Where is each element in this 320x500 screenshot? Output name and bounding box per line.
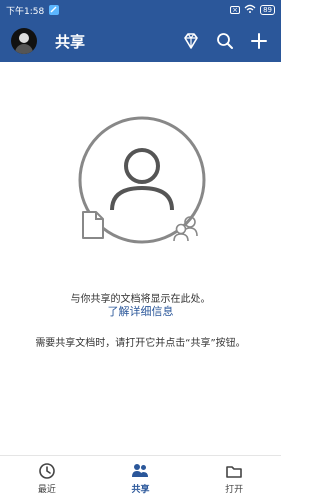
tab-recent[interactable]: 最近 (0, 456, 94, 500)
learn-more-link[interactable]: 了解详细信息 (0, 303, 281, 319)
bottom-nav: 最近 共享 打开 (0, 455, 281, 500)
people-icon (131, 462, 149, 480)
avatar[interactable] (11, 28, 37, 54)
tab-shared[interactable]: 共享 (94, 456, 188, 500)
status-time: 下午1:58 (6, 6, 45, 17)
tab-open[interactable]: 打开 (187, 456, 281, 500)
battery-indicator: 89 (260, 5, 275, 15)
plus-icon[interactable] (249, 31, 269, 51)
clock-icon (38, 462, 56, 480)
tab-open-label: 打开 (225, 484, 244, 495)
document-icon (81, 210, 105, 240)
status-bar: 下午1:58 × 89 (0, 0, 281, 20)
sim-x-icon: × (230, 6, 241, 14)
tab-recent-label: 最近 (37, 484, 56, 495)
app-bar: 共享 (0, 20, 281, 62)
wifi-icon (244, 4, 256, 17)
page-title: 共享 (55, 32, 86, 51)
app-notification-icon (49, 5, 60, 15)
folder-icon (225, 462, 243, 480)
tab-shared-label: 共享 (131, 484, 150, 495)
share-hint: 需要共享文档时，请打开它并点击“共享”按钮。 (35, 338, 246, 349)
search-icon[interactable] (215, 31, 235, 51)
people-icon (170, 214, 200, 242)
premium-icon[interactable] (181, 31, 201, 51)
